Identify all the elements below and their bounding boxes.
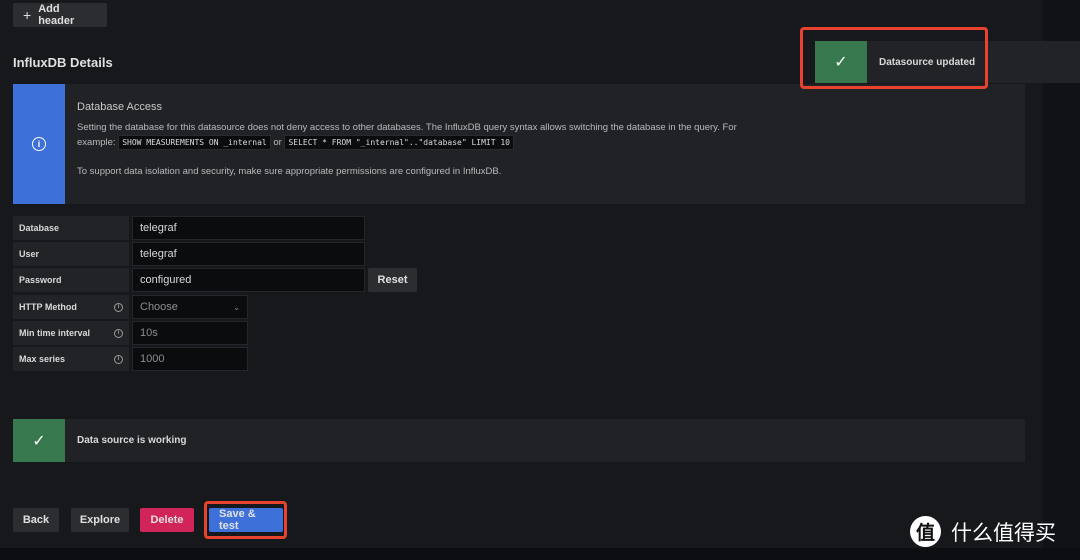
field-min-time-interval: Min time interval i 10s (13, 321, 248, 345)
field-http-method: HTTP Method i Choose ⌄ (13, 295, 248, 319)
code-example: SHOW MEASUREMENTS ON _internal (118, 135, 271, 150)
database-input[interactable]: telegraf (132, 216, 365, 240)
watermark-logo: 值 (910, 516, 941, 547)
add-header-button[interactable]: + Add header (13, 3, 107, 27)
watermark-text: 什么值得买 (951, 521, 1056, 545)
highlight-box (204, 501, 287, 539)
http-method-select[interactable]: Choose ⌄ (132, 295, 248, 319)
field-database: Database telegraf (13, 216, 365, 240)
info-text: To support data isolation and security, … (77, 166, 502, 177)
section-title: InfluxDB Details (13, 55, 113, 70)
chevron-down-icon: ⌄ (233, 302, 240, 312)
explore-button[interactable]: Explore (71, 508, 129, 532)
field-label: Password (19, 275, 62, 285)
example-label: example: (77, 137, 116, 148)
reset-button[interactable]: Reset (368, 268, 417, 292)
user-input[interactable]: telegraf (132, 242, 365, 266)
check-icon: ✓ (13, 419, 65, 462)
field-label: Database (19, 223, 60, 233)
min-time-interval-input[interactable]: 10s (132, 321, 248, 345)
footer-strip (0, 548, 1080, 560)
delete-button[interactable]: Delete (140, 508, 194, 532)
field-label: HTTP Method (19, 302, 77, 312)
info-icon: i (13, 84, 65, 204)
watermark: 值 什么值得买 (910, 516, 1056, 547)
field-label: Max series (19, 354, 66, 364)
field-label: User (19, 249, 40, 259)
info-alert: i Database Access Setting the database f… (13, 84, 1025, 204)
max-series-input[interactable]: 1000 (132, 347, 248, 371)
plus-icon: + (23, 7, 32, 23)
status-text: Data source is working (77, 435, 187, 446)
success-alert: ✓ Data source is working (13, 419, 1025, 462)
field-max-series: Max series i 1000 (13, 347, 248, 371)
info-icon[interactable]: i (114, 328, 123, 338)
highlight-box (800, 27, 988, 89)
field-password: Password configured Reset (13, 268, 417, 292)
info-text: Setting the database for this datasource… (77, 122, 737, 133)
field-user: User telegraf (13, 242, 365, 266)
field-label: Min time interval (19, 328, 91, 338)
info-title: Database Access (77, 101, 162, 113)
info-icon[interactable]: i (114, 354, 123, 364)
or-text: or (273, 137, 282, 148)
password-input[interactable]: configured (132, 268, 365, 292)
select-value: Choose (140, 301, 178, 313)
back-button[interactable]: Back (13, 508, 59, 532)
code-example: SELECT * FROM "_internal".."database" LI… (284, 135, 514, 150)
info-icon[interactable]: i (114, 302, 123, 312)
